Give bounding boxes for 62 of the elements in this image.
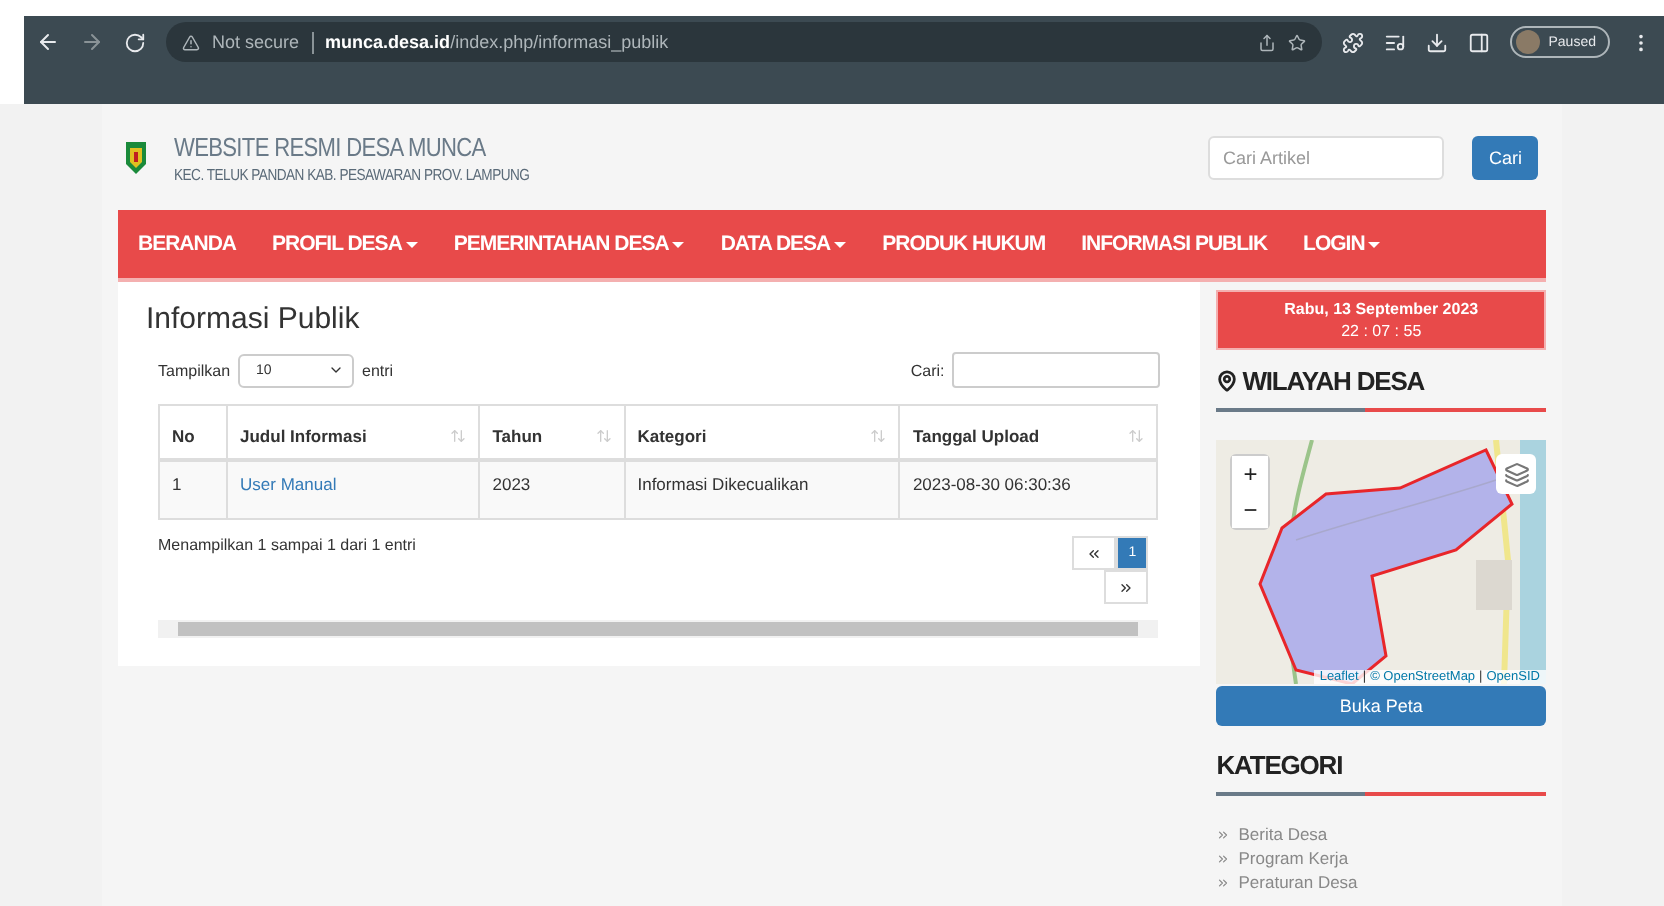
title-link[interactable]: User Manual [227,460,480,519]
nav-item[interactable]: PRODUK HUKUM [882,232,1046,256]
table-cell: 2023 [479,460,625,519]
security-label: Not secure [212,32,300,52]
logo-icon [126,141,146,173]
table-info: Menampilkan 1 sampai 1 dari 1 entri [158,536,416,554]
layers-button[interactable] [1496,454,1536,494]
reload-icon[interactable] [124,31,146,53]
forward-icon[interactable] [80,30,104,54]
search-button[interactable]: Cari [1472,135,1538,179]
side-panel-icon[interactable] [1468,31,1491,53]
site-subtitle: KEC. TELUK PANDAN KAB. PESAWARAN PROV. LAMPUNG [174,165,532,183]
category-link[interactable]: Peraturan Desa [1216,872,1546,892]
map-pin-icon [1216,370,1239,392]
nav-item[interactable]: PEMERINTAHAN DESA [453,232,685,256]
avatar-icon [1516,30,1541,54]
open-map-button[interactable]: Buka Peta [1216,686,1546,726]
table-search-field[interactable] [952,352,1161,388]
sort-icon [870,428,887,444]
length-label: entri [362,361,394,379]
url-text: munca.desa.id/index.php/informasi_publik [325,32,669,52]
back-icon[interactable] [36,30,60,54]
extensions-icon[interactable] [1342,31,1365,53]
category-link[interactable]: Berita Desa [1216,824,1546,844]
search-label: Cari: [910,361,945,379]
caret-icon [834,241,847,247]
table-cell: 1 [159,460,228,519]
sort-icon [595,428,612,444]
nav-item[interactable]: DATA DESA [720,232,847,256]
download-icon[interactable] [1426,31,1449,53]
nav-item[interactable]: LOGIN [1303,232,1381,256]
bullet-icon [1216,851,1231,865]
section-heading: KATEGORI [1216,750,1343,780]
page-heading: Informasi Publik [146,302,362,336]
bullet-icon [1216,827,1231,841]
nav-item[interactable]: BERANDA [138,232,236,256]
table-cell: Informasi Dikecualikan [624,460,900,519]
length-label: Tampilkan [158,361,231,379]
section-heading: WILAYAH DESA [1242,366,1425,396]
search-field[interactable]: Cari Artikel [1208,135,1445,179]
caret-icon [405,241,418,247]
address-bar[interactable]: Not secure munca.desa.id/index.php/informasi_publik [166,22,1323,62]
horizontal-scrollbar[interactable] [158,620,1158,638]
nav-item[interactable]: PROFIL DESA [272,232,418,256]
share-icon[interactable] [1258,33,1277,51]
sort-icon [450,428,467,444]
caret-icon [1368,241,1381,247]
nav-item[interactable]: INFORMASI PUBLIK [1081,232,1268,256]
bookmark-icon[interactable] [1288,33,1307,51]
warning-icon [182,33,200,51]
sort-icon [1128,428,1144,444]
media-icon[interactable] [1384,31,1407,53]
category-link[interactable]: Program Kerja [1216,848,1546,868]
bullet-icon [1216,875,1231,889]
double-right-icon [1118,579,1135,595]
table-cell: 2023-08-30 06:30:36 [899,460,1157,519]
site-title: WEBSITE RESMI DESA MUNCA [174,131,488,161]
date-text: Rabu, 13 September 2023 [1282,300,1481,318]
chevron-icon [328,362,345,378]
time-text: 22 : 07 : 55 [1339,322,1424,340]
double-left-icon [1086,545,1103,561]
caret-icon [672,241,685,247]
